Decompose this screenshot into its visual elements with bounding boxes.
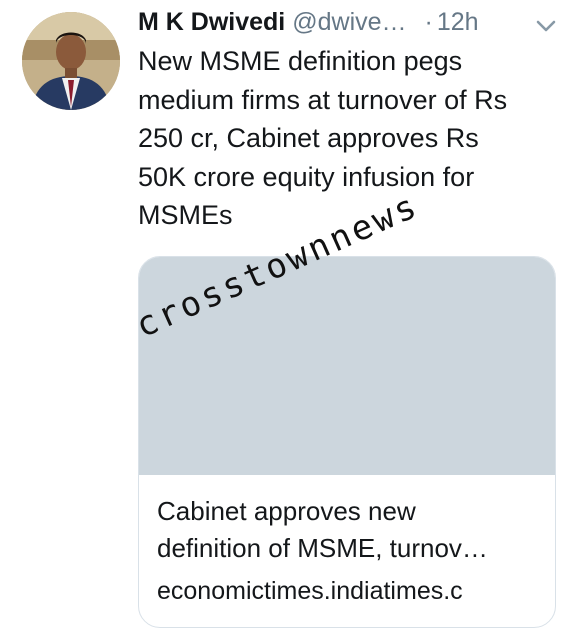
separator-dot: · [424,8,433,36]
author-handle[interactable]: @dwive… [292,2,406,42]
tweet-text: New MSME definition pegs medium firms at… [138,46,508,230]
card-domain: economictimes.indiatimes.c [157,577,463,605]
avatar-photo [22,12,120,110]
tweet-header: M K Dwivedi @dwive… · 12h [138,2,558,42]
avatar[interactable] [22,12,120,110]
card-title[interactable]: Cabinet approves new definition of MSME,… [157,493,547,567]
card-body: Cabinet approves new definition of MSME,… [157,493,547,610]
link-preview-card[interactable]: Cabinet approves new definition of MSME,… [138,256,556,628]
tweet[interactable]: M K Dwivedi @dwive… · 12h New MSME defin… [0,0,576,632]
chevron-down-icon[interactable] [534,10,558,34]
tweet-timestamp[interactable]: 12h [437,2,479,42]
author-name[interactable]: M K Dwivedi [138,2,285,42]
card-image[interactable] [139,257,555,475]
